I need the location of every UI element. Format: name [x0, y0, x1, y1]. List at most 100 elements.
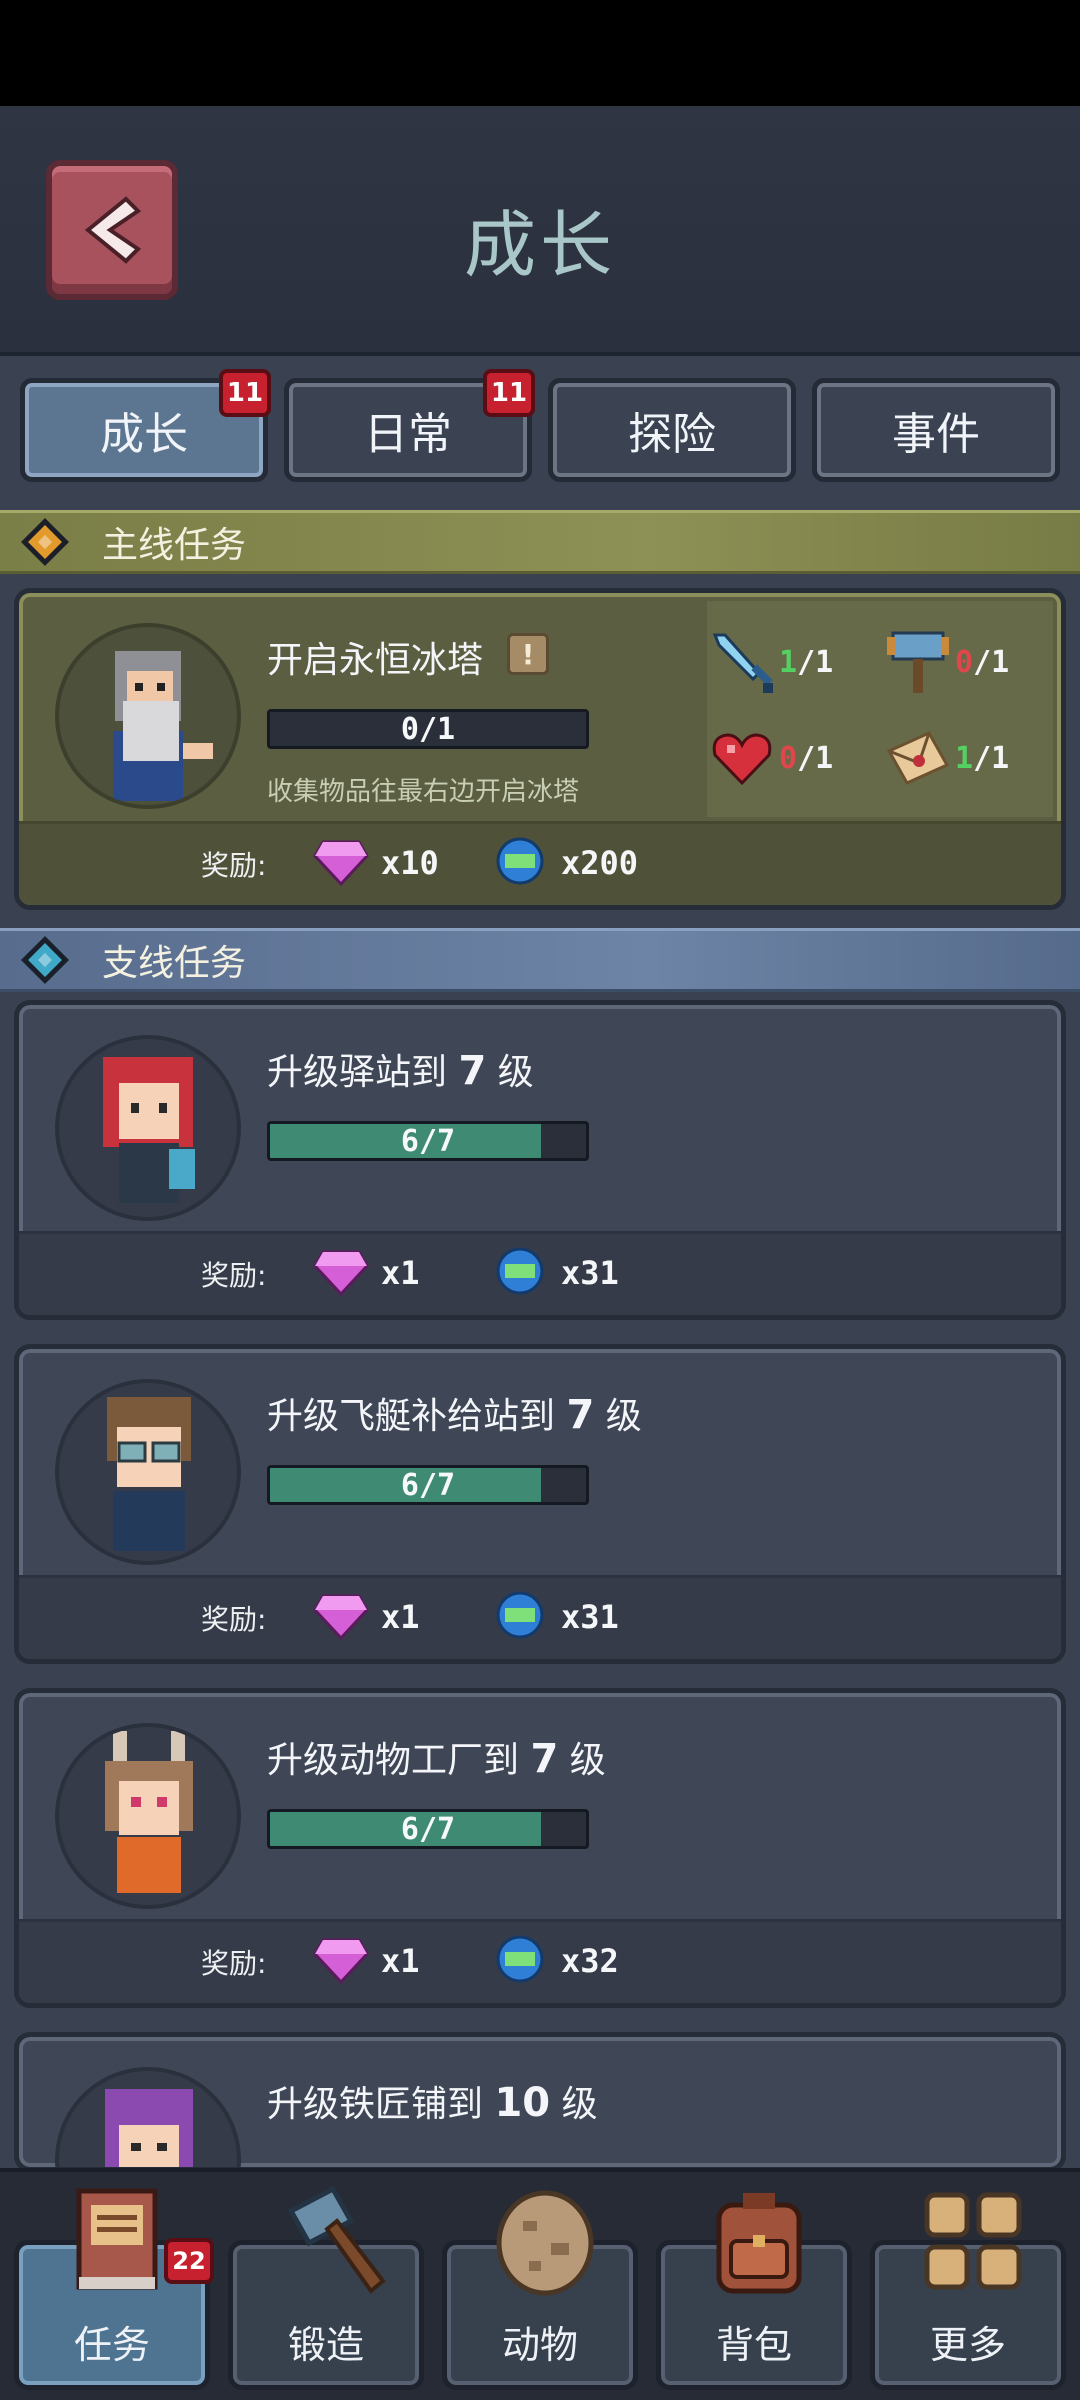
target-level: 7 [458, 1048, 487, 1094]
gem-quantity: x1 [381, 1598, 420, 1636]
task-title: 开启永恒冰塔 [267, 640, 484, 681]
nav-label: 更多 [929, 2323, 1006, 2367]
nav-label: 锻造 [287, 2323, 364, 2367]
status-bar [0, 0, 1080, 106]
req-need: /1 [973, 740, 1010, 776]
reward-label: 奖励: [201, 1259, 267, 1292]
tab-growth[interactable]: 成长 11 [20, 369, 271, 482]
req-have: 1 [779, 644, 798, 680]
header: 成长 [0, 106, 1080, 356]
main-task-card[interactable]: 开启永恒冰塔 ! 0/1 收集物品往最右边开启冰塔 1/1 0/1 0/1 1/… [14, 588, 1066, 910]
avatar [55, 2067, 241, 2167]
reward-label: 奖励: [201, 1947, 267, 1980]
reward-row: 奖励: x1 x31 [19, 1575, 1061, 1659]
nav-backpack[interactable]: 背包 [656, 2193, 852, 2390]
purple-hair-avatar-icon [105, 2089, 193, 2167]
exp-quantity: x32 [561, 1942, 619, 1980]
title-prefix: 升级动物工厂到 [267, 1740, 520, 1781]
tab-badge: 11 [219, 369, 271, 417]
requirement-hammer[interactable]: 0/1 [883, 627, 1009, 697]
exp-orb-icon [496, 1935, 544, 1983]
reward-row: 奖励: x1 x32 [19, 1919, 1061, 2003]
reward-label: 奖励: [201, 1603, 267, 1636]
exp-orb-icon [496, 837, 544, 885]
info-icon[interactable]: ! [507, 633, 549, 675]
progress-bar: 6/7 [267, 1809, 589, 1849]
requirement-sword[interactable]: 1/1 [707, 627, 833, 697]
side-task-card[interactable]: 升级驿站到 7 级 6/7 奖励: x1 x31 [14, 1000, 1066, 1320]
tab-adventure[interactable]: 探险 [548, 378, 796, 482]
req-have: 0 [779, 740, 798, 776]
diamond-icon [20, 517, 70, 567]
progress-text: 6/7 [400, 1467, 456, 1503]
nav-forge[interactable]: 锻造 [228, 2185, 424, 2390]
tab-badge: 11 [483, 369, 535, 417]
target-level: 7 [530, 1736, 559, 1782]
exp-orb-icon [496, 1247, 544, 1295]
req-need: /1 [973, 644, 1010, 680]
gem-quantity: x10 [381, 844, 439, 882]
bottom-nav: 任务 22 锻造 动物 背包 更多 [0, 2168, 1080, 2400]
reward-row: 奖励: x1 x31 [19, 1231, 1061, 1315]
gem-icon [313, 1250, 369, 1296]
requirement-heart[interactable]: 0/1 [707, 723, 833, 793]
req-need: /1 [797, 740, 834, 776]
title-suffix: 级 [605, 1396, 642, 1437]
hammer-icon [887, 631, 949, 693]
tab-events[interactable]: 事件 [812, 378, 1060, 482]
req-have: 1 [955, 740, 974, 776]
goggles-boy-avatar-icon [107, 1397, 191, 1551]
task-description: 收集物品往最右边开启冰塔 [267, 777, 580, 807]
avatar [55, 1723, 241, 1909]
red-hair-girl-avatar-icon [103, 1057, 195, 1203]
backpack-icon [716, 2193, 802, 2294]
diamond-icon [20, 935, 70, 985]
nav-label: 动物 [501, 2323, 578, 2367]
requirements-panel: 1/1 0/1 0/1 1/1 [707, 601, 1053, 817]
exp-quantity: x200 [561, 844, 639, 882]
req-need: /1 [797, 644, 834, 680]
requirement-letter[interactable]: 1/1 [883, 723, 1009, 793]
old-sage-avatar-icon [113, 651, 213, 801]
tab-label: 事件 [892, 409, 980, 460]
bunny-girl-avatar-icon [105, 1731, 193, 1893]
title-suffix: 级 [561, 2084, 598, 2125]
quest-book-icon [76, 2188, 158, 2290]
heart-icon [712, 733, 772, 786]
nav-label: 背包 [715, 2323, 792, 2367]
tab-daily[interactable]: 日常 11 [284, 369, 535, 482]
sword-icon [712, 633, 773, 693]
avatar [55, 623, 241, 809]
reward-row: 奖励: x10 x200 [19, 821, 1061, 905]
side-task-card[interactable]: 升级飞艇补给站到 7 级 6/7 奖励: x1 x31 [14, 1344, 1066, 1664]
target-level: 10 [494, 2080, 551, 2126]
progress-text: 6/7 [400, 1123, 456, 1159]
letter-icon [886, 731, 950, 785]
title-suffix: 级 [497, 1052, 534, 1093]
target-level: 7 [566, 1392, 595, 1438]
progress-text: 6/7 [400, 1811, 456, 1847]
side-task-card[interactable]: 升级铁匠铺到 10 级 [14, 2032, 1066, 2172]
nav-animals[interactable]: 动物 [442, 2190, 638, 2390]
req-have: 0 [955, 644, 974, 680]
progress-text: 0/1 [400, 711, 456, 747]
title-prefix: 升级飞艇补给站到 [267, 1396, 556, 1437]
progress-bar: 6/7 [267, 1121, 589, 1161]
gem-icon [313, 1938, 369, 1984]
title-prefix: 升级铁匠铺到 [267, 2084, 484, 2125]
side-task-card[interactable]: 升级动物工厂到 7 级 6/7 奖励: x1 x32 [14, 1688, 1066, 2008]
nav-more[interactable]: 更多 [870, 2192, 1066, 2390]
main-quest-banner: 主线任务 [0, 510, 1080, 574]
task-title: 升级动物工厂到 7 级 [267, 1731, 606, 1783]
hammer-icon [287, 2185, 386, 2294]
tab-label: 成长 [100, 409, 188, 460]
avatar [55, 1379, 241, 1565]
page-title: 成长 [463, 203, 616, 287]
exp-quantity: x31 [561, 1598, 619, 1636]
title-suffix: 级 [569, 1740, 606, 1781]
side-quest-banner: 支线任务 [0, 928, 1080, 992]
tab-bar: 成长 11 日常 11 探险 事件 [20, 369, 1064, 482]
title-prefix: 升级驿站到 [267, 1052, 448, 1093]
tab-label: 日常 [364, 409, 452, 460]
progress-bar: 0/1 [267, 709, 589, 749]
